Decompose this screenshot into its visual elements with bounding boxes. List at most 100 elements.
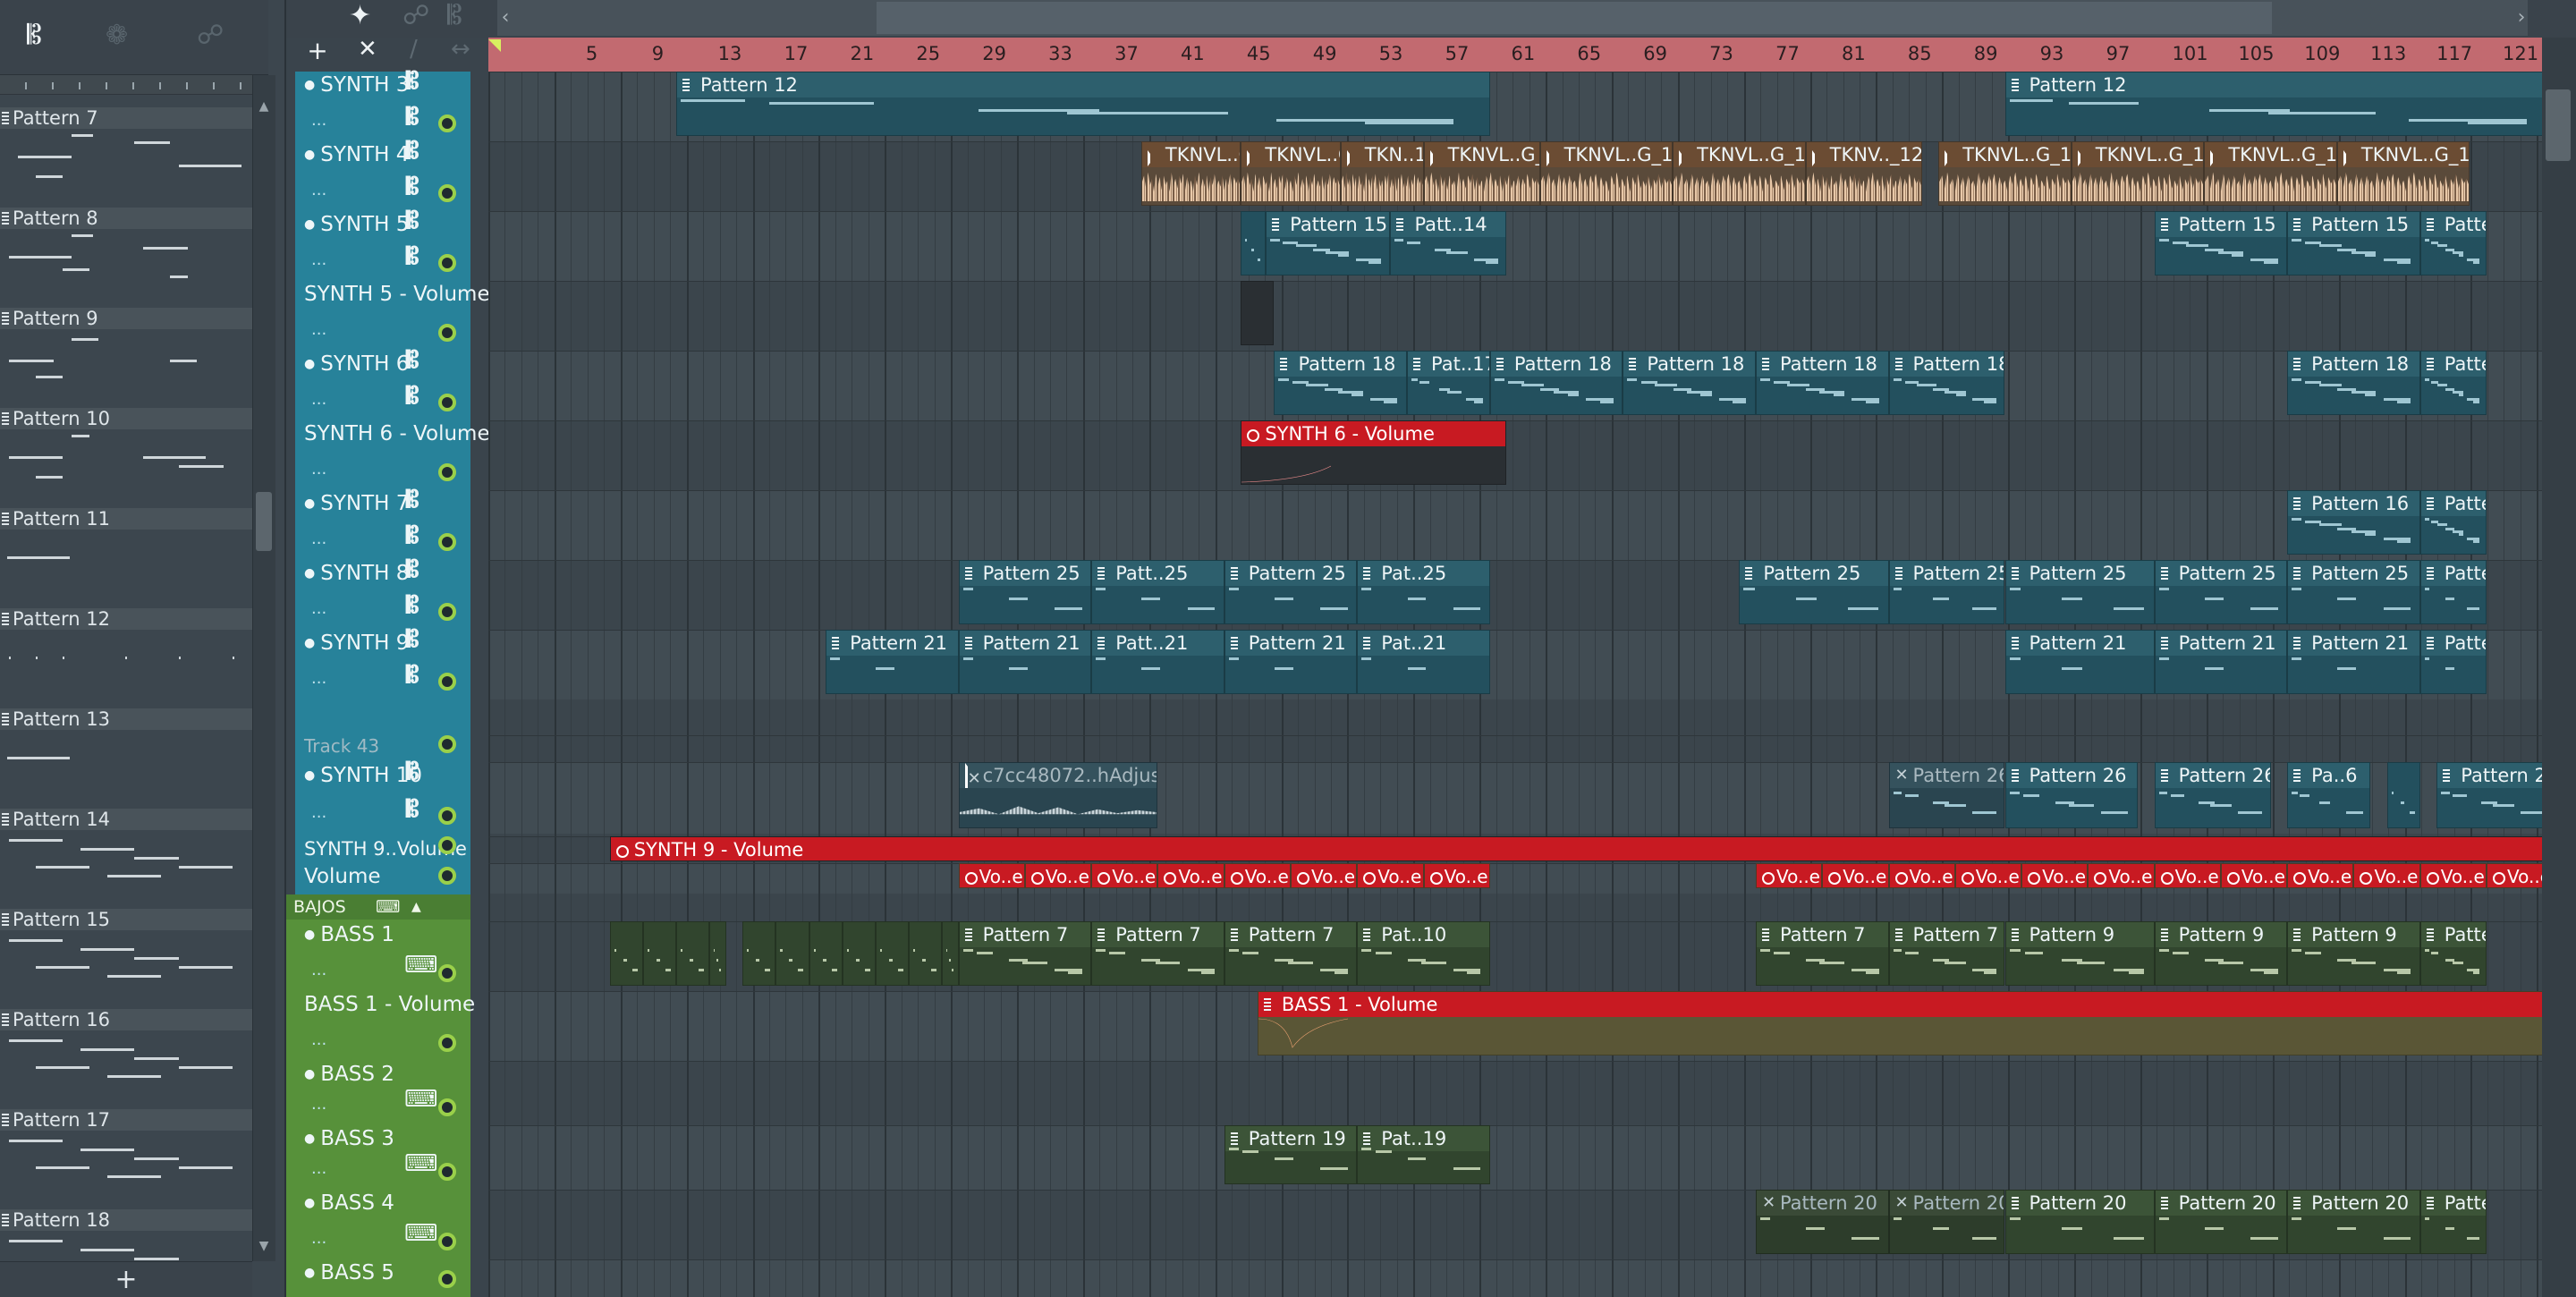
pattern-item[interactable]: Pattern 9 bbox=[0, 308, 252, 408]
automation-clip[interactable]: Vo..e bbox=[1755, 863, 1823, 888]
audio-clip[interactable]: TKN..125 bbox=[1340, 141, 1424, 206]
track-header[interactable]: SYNTH 9..Volume bbox=[295, 836, 470, 863]
playhead-marker[interactable] bbox=[488, 39, 501, 52]
pattern-clip[interactable]: Pattern 26 bbox=[2004, 762, 2139, 828]
piano-icon[interactable]: 𝄡 bbox=[406, 522, 419, 550]
pattern-clip[interactable]: Pattern 12 bbox=[675, 72, 1490, 136]
pattern-clip[interactable]: Pattern 20 bbox=[2004, 1190, 2155, 1254]
track-header[interactable]: SYNTH 4... 𝄡 𝄡 bbox=[295, 138, 470, 211]
track-enable-led[interactable] bbox=[438, 1034, 456, 1052]
track-header[interactable]: SYNTH 6 - Volume... bbox=[295, 420, 490, 490]
piano-icon[interactable]: 𝄡 bbox=[406, 174, 419, 201]
track-enable-led[interactable] bbox=[438, 1163, 456, 1181]
pattern-item[interactable]: Pattern 17 bbox=[0, 1109, 252, 1209]
track-header[interactable]: SYNTH 6... 𝄡 𝄡 bbox=[295, 347, 470, 420]
track-enable-led[interactable] bbox=[438, 324, 456, 342]
pattern-clip[interactable]: Pattern 7 bbox=[1224, 921, 1358, 986]
pattern-clip[interactable]: Pattern 20 bbox=[2287, 1190, 2420, 1254]
piano-icon[interactable]: 𝄡 bbox=[406, 626, 419, 654]
automation-clip[interactable]: Vo..e bbox=[1357, 863, 1424, 888]
pattern-clip[interactable]: Pattern 21 bbox=[2287, 630, 2420, 694]
pattern-clip[interactable]: Pattern 7 bbox=[958, 921, 1092, 986]
pattern-clip[interactable] bbox=[908, 921, 943, 986]
pattern-clip[interactable] bbox=[842, 921, 876, 986]
scroll-left-icon[interactable]: ‹ bbox=[494, 4, 517, 32]
automation-clip[interactable]: Vo..e bbox=[2220, 863, 2288, 888]
track-enable-led[interactable] bbox=[438, 673, 456, 691]
pattern-clip[interactable] bbox=[709, 921, 726, 986]
piano-icon[interactable]: 𝄡 bbox=[447, 0, 462, 31]
picker-scrollbar[interactable] bbox=[252, 75, 275, 1261]
piano-icon[interactable]: 𝄡 bbox=[406, 796, 419, 824]
pattern-clip[interactable]: Pattern 18 bbox=[1623, 351, 1756, 415]
pattern-clip[interactable] bbox=[675, 921, 710, 986]
track-header[interactable]: BASS 1 - Volume... bbox=[295, 991, 475, 1061]
pattern-clip[interactable]: Pattern 15 bbox=[2419, 211, 2487, 276]
keyboard-icon[interactable]: ⌨ bbox=[404, 1086, 438, 1113]
automation-clip[interactable]: Vo..e bbox=[958, 863, 1025, 888]
pattern-clip[interactable] bbox=[942, 921, 959, 986]
pattern-clip[interactable]: Pattern 18 bbox=[1888, 351, 2005, 415]
track-header[interactable]: SYNTH 8... 𝄡 𝄡 bbox=[295, 556, 470, 630]
track-enable-led[interactable] bbox=[438, 964, 456, 982]
track-header[interactable]: BASS 1... ⌨ bbox=[295, 921, 470, 991]
audio-clip[interactable]: TKNVL..G_125 bbox=[1423, 141, 1540, 206]
track-header[interactable]: BASS 3... ⌨ bbox=[295, 1125, 470, 1190]
pattern-clip[interactable]: Pattern 25 bbox=[1888, 560, 2005, 624]
pattern-clip[interactable]: Pattern 7 bbox=[1755, 921, 1889, 986]
pattern-clip[interactable]: Pattern 25 bbox=[2419, 560, 2487, 624]
pattern-item[interactable]: Pattern 12 bbox=[0, 608, 252, 708]
pattern-clip[interactable]: Pattern 15 bbox=[1266, 211, 1391, 276]
pattern-clip[interactable]: Pattern 25 bbox=[1739, 560, 1889, 624]
pattern-clip[interactable] bbox=[642, 921, 676, 986]
pattern-clip[interactable]: Pattern 18 bbox=[1489, 351, 1623, 415]
track-enable-led[interactable] bbox=[438, 807, 456, 825]
pattern-clip[interactable]: Pattern 12 bbox=[2004, 72, 2542, 136]
automation-clip[interactable] bbox=[1241, 281, 1275, 345]
automation-clip[interactable]: Vo..e bbox=[1224, 863, 1292, 888]
pattern-clip[interactable] bbox=[875, 921, 909, 986]
playlist-waveform-icon[interactable]: ✦ bbox=[349, 0, 371, 31]
piano-icon[interactable]: 𝄡 bbox=[406, 104, 419, 131]
audio-clip[interactable]: TKNVL..G_125 bbox=[2071, 141, 2205, 206]
audio-clip[interactable]: TKNVL..G_125 bbox=[1539, 141, 1674, 206]
piano-icon[interactable]: 𝄡 bbox=[406, 138, 419, 165]
track-header[interactable]: SYNTH 7... 𝄡 𝄡 bbox=[295, 487, 470, 560]
piano-icon[interactable]: 𝄡 bbox=[406, 68, 419, 96]
pattern-clip[interactable]: Pattern 20 bbox=[1755, 1190, 1889, 1254]
keyboard-icon[interactable]: ⌨ bbox=[404, 1150, 438, 1177]
track-header[interactable]: Track 43 bbox=[295, 735, 470, 759]
scroll-up-icon[interactable]: ▲ bbox=[256, 98, 272, 114]
pattern-clip[interactable]: Pattern 21 bbox=[1224, 630, 1358, 694]
pattern-clip[interactable] bbox=[809, 921, 843, 986]
pattern-clip[interactable]: Pa..6 bbox=[2287, 762, 2371, 828]
automation-clip[interactable]: SYNTH 9 - Volume bbox=[609, 836, 2542, 861]
pattern-clip[interactable]: Pattern 25 bbox=[958, 560, 1092, 624]
pattern-clip[interactable]: Pattern 19 bbox=[1224, 1125, 1358, 1184]
pattern-clip[interactable]: Pat..25 bbox=[1357, 560, 1490, 624]
pattern-clip[interactable]: Pattern 18 bbox=[1755, 351, 1889, 415]
pattern-clip[interactable]: Pattern 9 bbox=[2004, 921, 2155, 986]
automation-clip[interactable]: Vo..e bbox=[1291, 863, 1358, 888]
automation-clip[interactable]: Vo..e bbox=[2487, 863, 2542, 888]
slip-icon[interactable]: ∕ bbox=[410, 36, 418, 63]
pattern-clip[interactable]: Pattern 15 bbox=[2154, 211, 2288, 276]
pattern-clip[interactable] bbox=[2386, 762, 2420, 828]
pattern-clip[interactable]: Patt..21 bbox=[1091, 630, 1224, 694]
playlist-scrollbar[interactable] bbox=[2542, 38, 2576, 1297]
pattern-clip[interactable] bbox=[775, 921, 809, 986]
audio-clip[interactable]: TKNVL..G_125 bbox=[1241, 141, 1341, 206]
track-header[interactable]: SYNTH 9... 𝄡 𝄡 bbox=[295, 626, 470, 699]
group-header-bajos[interactable]: BAJOS ⌨ ▲ bbox=[286, 894, 470, 920]
pattern-clip[interactable]: Pattern 9 bbox=[2154, 921, 2288, 986]
automation-clip[interactable]: Vo..e bbox=[2021, 863, 2089, 888]
track-enable-led[interactable] bbox=[438, 1233, 456, 1250]
pattern-clip[interactable]: Patt..25 bbox=[1091, 560, 1224, 624]
pattern-item[interactable]: Pattern 10 bbox=[0, 408, 252, 508]
pattern-clip[interactable]: Pattern 9 bbox=[2419, 921, 2487, 986]
pattern-clip[interactable]: Pattern 18 bbox=[1274, 351, 1407, 415]
pattern-clip[interactable]: Pat..19 bbox=[1357, 1125, 1490, 1184]
pattern-clip[interactable]: Pattern 18 bbox=[2287, 351, 2420, 415]
audio-icon[interactable]: ❁ bbox=[106, 20, 128, 51]
pattern-clip[interactable] bbox=[609, 921, 643, 986]
